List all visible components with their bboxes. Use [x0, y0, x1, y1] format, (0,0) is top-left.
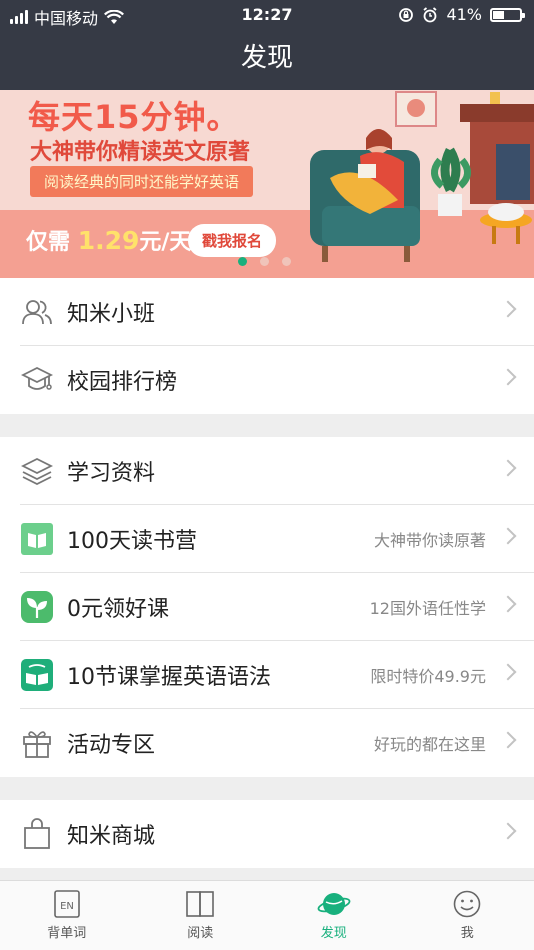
menu-item-label: 0元领好课 — [67, 597, 169, 622]
chevron-right-icon — [499, 595, 517, 613]
tab-label: 背单词 — [47, 926, 87, 941]
signup-button[interactable]: 戳我报名 — [188, 224, 277, 257]
menu-item-hint: 大神带你读原著 — [373, 531, 486, 550]
chevron-right-icon — [499, 663, 517, 681]
tab-label: 阅读 — [187, 926, 214, 941]
promo-banner[interactable]: 每天15分钟。 大神带你精读英文原著 阅读经典的同时还能学好英语 仅需 1.29… — [0, 90, 534, 278]
battery-fill — [493, 10, 504, 19]
price-suffix: 元/天 — [139, 230, 192, 255]
svg-text:EN: EN — [60, 901, 74, 912]
menu-item-events[interactable]: 活动专区 好玩的都在这里 — [0, 709, 534, 777]
graduation-cap-icon — [20, 363, 54, 397]
chevron-right-icon — [499, 368, 517, 386]
banner-price: 仅需 1.29元/天 — [26, 224, 191, 256]
page-title: 发现 — [240, 43, 293, 73]
menu-item-label: 知米小班 — [67, 302, 156, 327]
price-value: 1.29 — [77, 226, 140, 255]
tab-label: 我 — [460, 926, 474, 941]
open-book-icon — [186, 891, 215, 917]
banner-subtitle: 大神带你精读英文原著 — [30, 140, 251, 165]
tab-me[interactable]: 我 — [401, 881, 534, 950]
menu-item-label: 学习资料 — [67, 461, 156, 486]
menu-item-study-materials[interactable]: 学习资料 — [0, 437, 534, 505]
menu-item-label: 活动专区 — [67, 733, 156, 758]
chevron-right-icon — [499, 300, 517, 318]
menu-item-hint: 好玩的都在这里 — [373, 735, 486, 754]
reading-girl-illustration — [310, 91, 534, 262]
battery-percent: 41% — [446, 5, 482, 24]
book-icon — [20, 522, 54, 556]
carousel-dot[interactable] — [260, 257, 269, 266]
banner-pill: 阅读经典的同时还能学好英语 — [30, 166, 254, 197]
carousel-dot[interactable] — [282, 257, 291, 266]
tab-reading[interactable]: 阅读 — [134, 881, 268, 950]
alarm-icon — [423, 6, 437, 22]
menu-item-label: 校园排行榜 — [67, 370, 178, 395]
tab-bar: EN 背单词 阅读 发现 我 — [0, 880, 534, 950]
planet-icon — [317, 893, 351, 915]
chevron-right-icon — [499, 731, 517, 749]
menu-item-class[interactable]: 知米小班 — [0, 278, 534, 346]
nav-bar: 发现 — [0, 30, 534, 90]
sprout-icon — [20, 590, 54, 624]
menu-item-reading-camp[interactable]: 100天读书营 大神带你读原著 — [0, 505, 534, 573]
menu-section-2: 学习资料 100天读书营 大神带你读原著 0元领好课 12国外语任性学 10节课… — [0, 437, 534, 777]
menu-section-3: 知米商城 — [0, 800, 534, 868]
price-prefix: 仅需 — [26, 230, 71, 255]
menu-item-shop[interactable]: 知米商城 — [0, 800, 534, 868]
tab-label: 发现 — [320, 926, 347, 941]
shopping-bag-icon — [20, 817, 54, 851]
banner-headline: 每天15分钟。 — [28, 98, 240, 136]
battery-icon — [490, 7, 525, 22]
chevron-right-icon — [499, 527, 517, 545]
carousel-dots — [238, 257, 291, 266]
menu-item-free-course[interactable]: 0元领好课 12国外语任性学 — [0, 573, 534, 641]
menu-section-1: 知米小班 校园排行榜 — [0, 278, 534, 414]
gift-icon — [20, 726, 54, 760]
menu-item-label: 10节课掌握英语语法 — [67, 665, 271, 690]
menu-item-hint: 12国外语任性学 — [369, 599, 486, 618]
chevron-right-icon — [499, 822, 517, 840]
status-bar: 中国移动 12:27 41% — [0, 0, 534, 30]
tab-discover[interactable]: 发现 — [267, 881, 401, 950]
menu-item-hint: 限时特价49.9元 — [370, 667, 486, 686]
grammar-book-icon — [20, 658, 54, 692]
layers-icon — [20, 454, 54, 488]
menu-item-label: 100天读书营 — [67, 529, 197, 554]
menu-item-campus-ranking[interactable]: 校园排行榜 — [0, 346, 534, 414]
rotation-lock-icon — [399, 7, 414, 22]
chevron-right-icon — [499, 459, 517, 477]
menu-item-grammar-course[interactable]: 10节课掌握英语语法 限时特价49.9元 — [0, 641, 534, 709]
carousel-dot[interactable] — [238, 257, 247, 266]
en-card-icon: EN — [53, 890, 80, 918]
menu-item-label: 知米商城 — [67, 824, 156, 849]
people-icon — [20, 295, 54, 329]
smiley-icon — [453, 890, 481, 918]
tab-vocabulary[interactable]: EN 背单词 — [0, 881, 134, 950]
